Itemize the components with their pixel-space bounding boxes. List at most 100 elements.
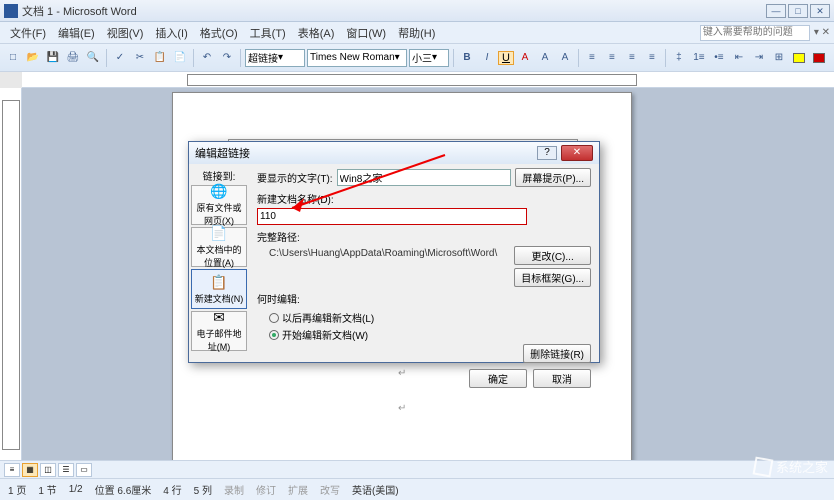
open-icon[interactable]: 📂 — [24, 49, 42, 67]
vertical-ruler[interactable] — [0, 88, 22, 460]
linkto-panel: 链接到: 🌐 原有文件或网页(X) 📄 本文档中的位置(A) 📋 新建文档(N)… — [189, 164, 249, 364]
fullpath-text: C:\Users\Huang\AppData\Roaming\Microsoft… — [269, 248, 508, 281]
help-dropdown-icon[interactable]: ▾ ✕ — [814, 27, 830, 38]
font-dropdown[interactable]: Times New Roman ▾ — [307, 49, 407, 67]
preview-icon[interactable]: 🔍 — [84, 49, 102, 67]
menu-edit[interactable]: 编辑(E) — [52, 23, 101, 43]
copy-icon[interactable]: 📋 — [151, 49, 169, 67]
maximize-button[interactable]: □ — [788, 4, 808, 18]
status-position: 位置 6.6厘米 — [95, 482, 152, 497]
minimize-button[interactable]: — — [766, 4, 786, 18]
menu-view[interactable]: 视图(V) — [101, 23, 150, 43]
status-extend[interactable]: 扩展 — [288, 482, 308, 497]
redo-icon[interactable]: ↷ — [218, 49, 236, 67]
change-button[interactable]: 更改(C)... — [514, 246, 591, 265]
menu-table[interactable]: 表格(A) — [292, 23, 341, 43]
font-color-box-icon[interactable] — [810, 49, 828, 67]
fullpath-label: 完整路径: — [257, 229, 591, 244]
numbering-icon[interactable]: 1≡ — [690, 49, 708, 67]
status-language[interactable]: 英语(美国) — [352, 482, 399, 497]
size-dropdown[interactable]: 小三 ▾ — [409, 49, 449, 67]
menubar: 文件(F) 编辑(E) 视图(V) 插入(I) 格式(O) 工具(T) 表格(A… — [0, 22, 834, 44]
paste-icon[interactable]: 📄 — [171, 49, 189, 67]
status-revision[interactable]: 修订 — [256, 482, 276, 497]
cancel-button[interactable]: 取消 — [533, 369, 591, 388]
email-icon: ✉ — [213, 309, 225, 326]
status-line: 4 行 — [163, 482, 181, 497]
normal-view-icon[interactable]: ≡ — [4, 463, 20, 477]
linkto-email[interactable]: ✉ 电子邮件地址(M) — [191, 311, 247, 351]
menu-tools[interactable]: 工具(T) — [244, 23, 292, 43]
radio-icon — [269, 313, 279, 323]
status-page: 1 页 — [8, 482, 26, 497]
decrease-indent-icon[interactable]: ⇤ — [730, 49, 748, 67]
align-left-icon[interactable]: ≡ — [583, 49, 601, 67]
help-search-input[interactable] — [700, 25, 810, 41]
increase-indent-icon[interactable]: ⇥ — [750, 49, 768, 67]
outline-view-icon[interactable]: ☰ — [58, 463, 74, 477]
window-title: 文档 1 - Microsoft Word — [22, 3, 764, 19]
char-border-icon[interactable]: A — [536, 49, 554, 67]
docname-input[interactable] — [257, 208, 527, 225]
close-button[interactable]: ✕ — [810, 4, 830, 18]
spellcheck-icon[interactable]: ✓ — [111, 49, 129, 67]
display-text-label: 要显示的文字(T): — [257, 170, 333, 185]
new-doc-icon: 📋 — [210, 274, 227, 291]
cut-icon[interactable]: ✂ — [131, 49, 149, 67]
borders-icon[interactable]: ⊞ — [770, 49, 788, 67]
statusbar: 1 页 1 节 1/2 位置 6.6厘米 4 行 5 列 录制 修订 扩展 改写… — [0, 478, 834, 500]
watermark: 系统之家 — [754, 457, 828, 476]
target-frame-button[interactable]: 目标框架(G)... — [514, 268, 591, 287]
status-section: 1 节 — [38, 482, 56, 497]
menu-file[interactable]: 文件(F) — [4, 23, 52, 43]
globe-icon: 🌐 — [210, 183, 227, 200]
remove-link-button[interactable]: 删除链接(R) — [523, 344, 591, 363]
titlebar: 文档 1 - Microsoft Word — □ ✕ — [0, 0, 834, 22]
underline-button[interactable]: U — [498, 51, 514, 65]
paragraph-mark-icon: ↵ — [398, 403, 406, 414]
web-layout-view-icon[interactable]: ◫ — [40, 463, 56, 477]
print-icon[interactable]: 🖨 — [64, 49, 82, 67]
word-icon — [4, 4, 18, 18]
new-doc-icon[interactable]: □ — [4, 49, 22, 67]
linkto-new-document[interactable]: 📋 新建文档(N) — [191, 269, 247, 309]
status-overwrite[interactable]: 改写 — [320, 482, 340, 497]
reading-view-icon[interactable]: ▭ — [76, 463, 92, 477]
italic-button[interactable]: I — [478, 49, 496, 67]
standard-toolbar: □ 📂 💾 🖨 🔍 ✓ ✂ 📋 📄 ↶ ↷ 超链接 ▾ Times New Ro… — [0, 44, 834, 72]
radio-edit-now[interactable]: 开始编辑新文档(W) — [269, 327, 591, 342]
edit-hyperlink-dialog: 编辑超链接 ? ✕ 链接到: 🌐 原有文件或网页(X) 📄 本文档中的位置(A)… — [188, 141, 600, 363]
highlight-icon[interactable] — [790, 49, 808, 67]
undo-icon[interactable]: ↶ — [198, 49, 216, 67]
line-spacing-icon[interactable]: ‡ — [670, 49, 688, 67]
linkto-existing-file[interactable]: 🌐 原有文件或网页(X) — [191, 185, 247, 225]
print-layout-view-icon[interactable]: ▦ — [22, 463, 38, 477]
status-column: 5 列 — [194, 482, 212, 497]
font-color-icon[interactable]: A — [516, 49, 534, 67]
screentip-button[interactable]: 屏幕提示(P)... — [515, 168, 591, 187]
when-edit-label: 何时编辑: — [257, 291, 591, 306]
dialog-titlebar[interactable]: 编辑超链接 ? ✕ — [189, 142, 599, 164]
dialog-help-button[interactable]: ? — [537, 146, 557, 160]
char-shading-icon[interactable]: A — [556, 49, 574, 67]
radio-edit-later[interactable]: 以后再编辑新文档(L) — [269, 310, 591, 325]
align-right-icon[interactable]: ≡ — [623, 49, 641, 67]
menu-window[interactable]: 窗口(W) — [340, 23, 392, 43]
style-dropdown[interactable]: 超链接 ▾ — [245, 49, 305, 67]
docname-label: 新建文档名称(D): — [257, 191, 591, 206]
linkto-place-in-doc[interactable]: 📄 本文档中的位置(A) — [191, 227, 247, 267]
display-text-input[interactable] — [337, 169, 512, 186]
dialog-close-button[interactable]: ✕ — [561, 145, 593, 161]
status-record[interactable]: 录制 — [224, 482, 244, 497]
align-center-icon[interactable]: ≡ — [603, 49, 621, 67]
horizontal-ruler[interactable] — [22, 72, 834, 88]
menu-help[interactable]: 帮助(H) — [392, 23, 441, 43]
justify-icon[interactable]: ≡ — [643, 49, 661, 67]
save-icon[interactable]: 💾 — [44, 49, 62, 67]
ok-button[interactable]: 确定 — [469, 369, 527, 388]
status-page-count: 1/2 — [69, 484, 83, 495]
bold-button[interactable]: B — [458, 49, 476, 67]
bullets-icon[interactable]: •≡ — [710, 49, 728, 67]
menu-insert[interactable]: 插入(I) — [149, 23, 193, 43]
menu-format[interactable]: 格式(O) — [194, 23, 244, 43]
